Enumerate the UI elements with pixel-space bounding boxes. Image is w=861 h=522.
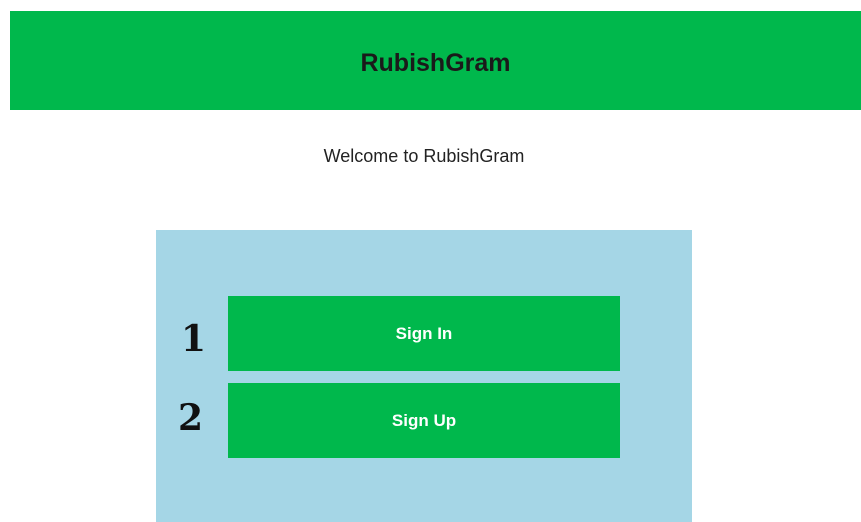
auth-panel [156,230,692,522]
sign-in-button[interactable]: Sign In [228,296,620,371]
sign-up-button[interactable]: Sign Up [228,383,620,458]
app-header: RubishGram [10,11,861,110]
option-number-2: 2 [178,397,204,439]
option-number-1: 1 [181,318,207,360]
welcome-message: Welcome to RubishGram [323,146,525,166]
app-title: RubishGram [360,49,511,77]
